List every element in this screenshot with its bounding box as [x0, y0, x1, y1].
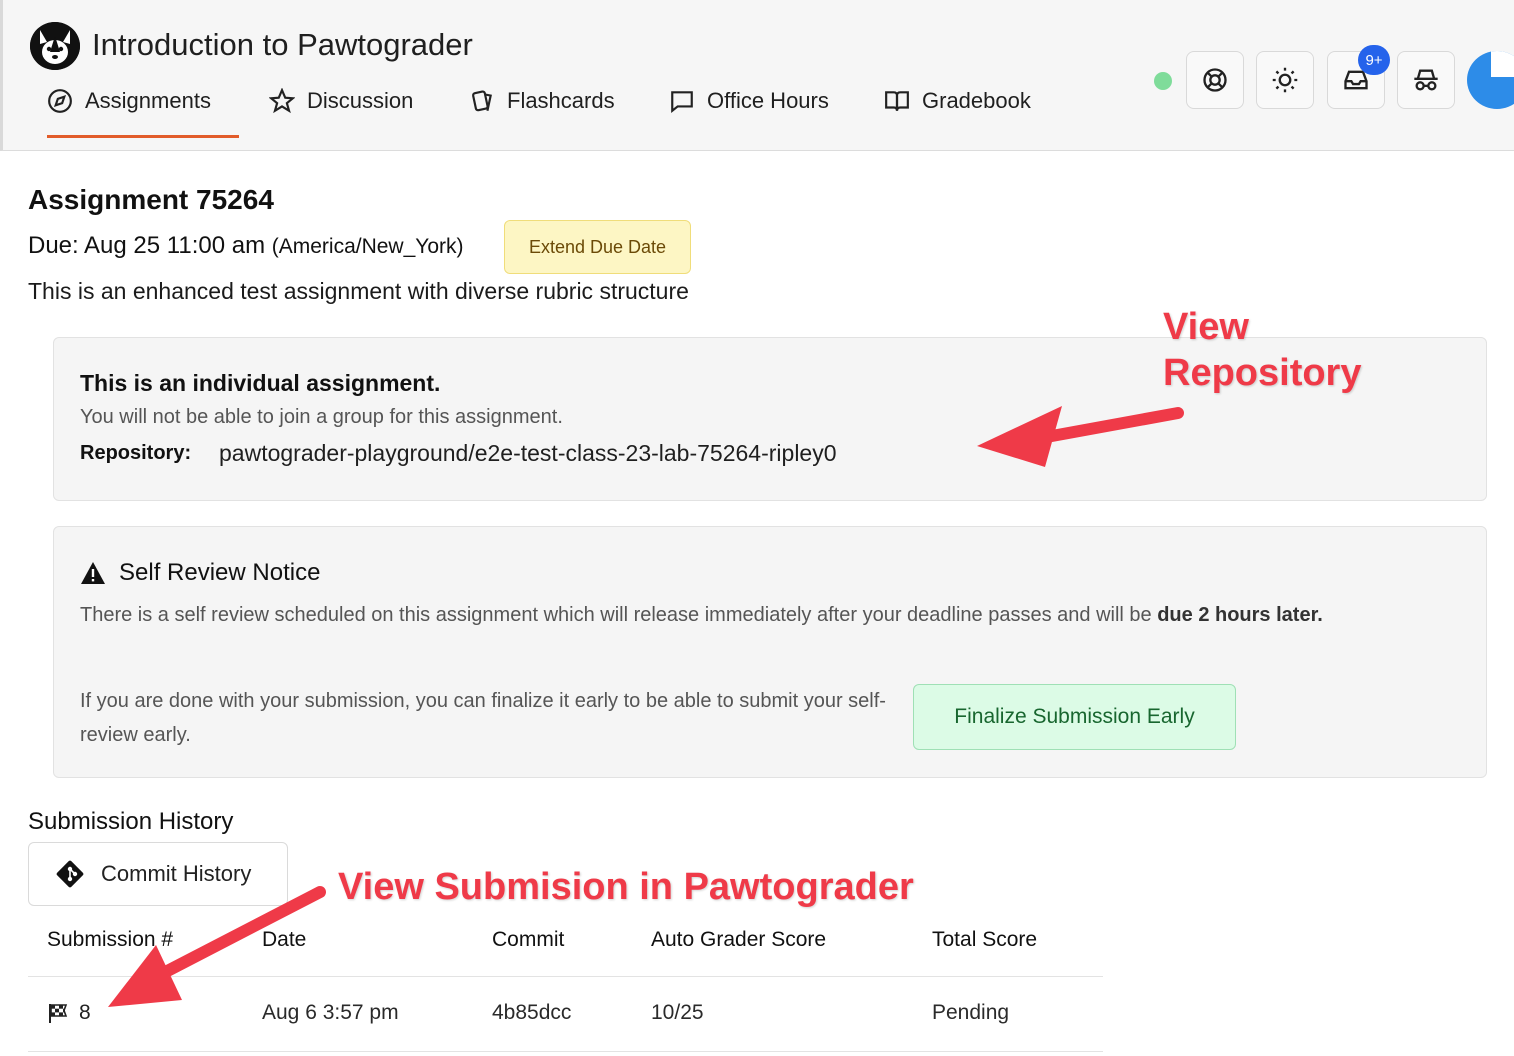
self-review-text: There is a self review scheduled on this… — [80, 599, 1465, 632]
page-title: Assignment 75264 — [28, 184, 274, 215]
commit-history-label: Commit History — [101, 861, 252, 886]
finalize-explanation: If you are done with your submission, yo… — [80, 690, 886, 746]
due-date: Due: Aug 25 11:00 am (America/New_York) — [28, 232, 464, 260]
self-review-due-emphasis: due 2 hours later. — [1157, 604, 1323, 626]
group-card-heading: This is an individual assignment. — [80, 370, 441, 396]
online-status-indicator — [1154, 72, 1172, 90]
tab-office-hours[interactable]: Office Hours — [669, 88, 829, 138]
star-icon — [269, 88, 295, 114]
cards-icon — [472, 90, 492, 112]
theme-sun-icon — [1272, 67, 1298, 93]
self-review-title: Self Review Notice — [119, 559, 321, 586]
submission-total-score: Pending — [932, 1001, 1010, 1024]
self-review-text-main: There is a self review scheduled on this… — [80, 604, 1158, 626]
submission-number: 8 — [79, 1001, 91, 1024]
checkered-flag-icon — [49, 1004, 68, 1023]
submission-date: Aug 6 3:57 pm — [262, 1001, 399, 1024]
group-card-subtext: You will not be able to join a group for… — [80, 406, 563, 428]
tab-discussion[interactable]: Discussion — [269, 88, 413, 138]
tab-gradebook-label: Gradebook — [922, 88, 1031, 113]
top-header: Introduction to Pawtograder Assignments … — [0, 0, 1514, 151]
tab-flashcards-label: Flashcards — [507, 88, 615, 113]
assignment-description: This is an enhanced test assignment with… — [28, 278, 689, 304]
column-header-date: Date — [262, 928, 307, 951]
table-row-divider — [28, 1051, 1103, 1052]
theme-toggle-button[interactable] — [1256, 51, 1314, 109]
finalize-submission-button[interactable]: Finalize Submission Early — [913, 684, 1236, 750]
app-title: Introduction to Pawtograder — [92, 27, 473, 62]
column-header-total-score: Total Score — [932, 928, 1038, 951]
tab-assignments-label: Assignments — [85, 88, 211, 113]
incognito-button[interactable] — [1397, 51, 1455, 109]
pawtograder-logo — [30, 22, 80, 70]
table-header-divider — [28, 976, 1103, 977]
column-header-autograder-score: Auto Grader Score — [651, 928, 827, 951]
annotation-view-repository-line1: View — [1163, 306, 1249, 348]
repository-link[interactable]: pawtograder-playground/e2e-test-class-23… — [219, 440, 837, 467]
commit-history-button[interactable]: Commit History — [28, 842, 288, 906]
column-header-commit: Commit — [492, 928, 565, 951]
submission-link[interactable]: 8 — [47, 1001, 91, 1025]
submission-commit: 4b85dcc — [492, 1001, 572, 1024]
help-button[interactable] — [1186, 51, 1244, 109]
annotation-view-repository-line2: Repository — [1163, 352, 1362, 394]
annotation-view-submission: View Submision in Pawtograder — [338, 866, 914, 908]
notification-count-badge: 9+ — [1358, 45, 1390, 75]
user-avatar[interactable] — [1467, 51, 1514, 109]
tab-assignments[interactable]: Assignments — [47, 88, 239, 138]
incognito-icon — [1414, 69, 1438, 91]
chat-bubble-icon — [671, 91, 693, 114]
column-header-submission: Submission # — [47, 928, 174, 951]
help-lifebuoy-icon — [1203, 68, 1227, 92]
due-date-label: Due: Aug 25 11:00 am — [28, 232, 266, 259]
repository-label: Repository: — [80, 442, 192, 464]
self-review-card: Self Review Notice There is a self revie… — [53, 526, 1487, 778]
compass-icon — [48, 89, 72, 113]
submission-autograder-score: 10/25 — [651, 1001, 704, 1024]
tab-flashcards[interactable]: Flashcards — [469, 88, 615, 138]
tab-discussion-label: Discussion — [307, 88, 414, 113]
extend-due-date-button[interactable]: Extend Due Date — [504, 220, 691, 274]
tab-gradebook[interactable]: Gradebook — [884, 88, 1031, 138]
open-book-icon — [885, 91, 909, 111]
git-icon — [56, 860, 84, 888]
tab-office-hours-label: Office Hours — [707, 88, 829, 113]
submission-history-title: Submission History — [28, 808, 234, 835]
warning-icon — [81, 562, 105, 584]
due-timezone: (America/New_York) — [271, 235, 464, 258]
